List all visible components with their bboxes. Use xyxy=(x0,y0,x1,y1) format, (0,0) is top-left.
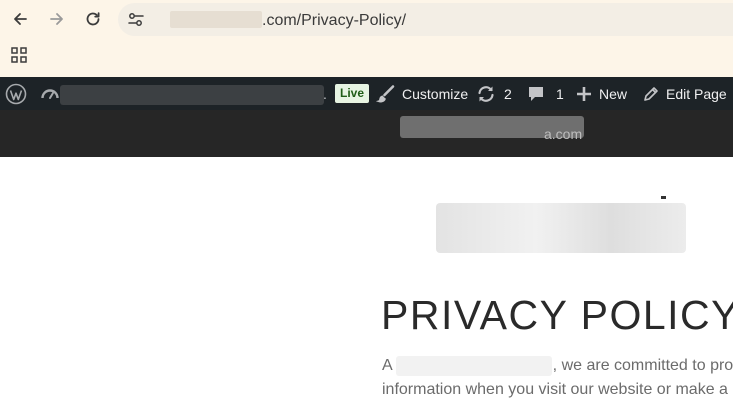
comments-count: 1 xyxy=(556,85,564,102)
site-info-button[interactable] xyxy=(126,10,146,30)
header-domain-text: a.com xyxy=(544,126,583,142)
body-text-line-1-start: A xyxy=(382,357,393,374)
new-label: New xyxy=(599,85,628,102)
pencil-icon xyxy=(642,85,660,103)
reload-button[interactable] xyxy=(80,6,106,32)
logo-mark xyxy=(661,196,666,199)
forward-button[interactable] xyxy=(44,6,70,32)
apps-grid-icon xyxy=(11,47,27,63)
comments-button[interactable]: 1 xyxy=(526,77,564,110)
page-title: PRIVACY POLICY xyxy=(381,292,733,338)
live-status-badge: Live xyxy=(335,84,370,103)
arrow-left-icon xyxy=(14,13,27,25)
customize-label: Customize xyxy=(402,85,469,102)
site-name-button[interactable] xyxy=(40,77,60,110)
body-text-line-1-end: , we are committed to pro xyxy=(552,357,733,374)
updates-icon xyxy=(476,84,496,104)
new-content-button[interactable]: New xyxy=(575,77,627,110)
site-name-dot: . xyxy=(323,85,327,102)
paintbrush-icon xyxy=(376,84,396,104)
reload-icon xyxy=(86,12,100,26)
browser-toolbar: .com/Privacy-Policy/ xyxy=(0,0,733,77)
customize-button[interactable]: Customize xyxy=(376,77,468,110)
wp-logo-button[interactable] xyxy=(5,77,27,110)
comment-icon xyxy=(526,84,546,104)
url-text: .com/Privacy-Policy/ xyxy=(262,12,407,29)
apps-button[interactable] xyxy=(10,46,28,64)
url-redacted-domain xyxy=(170,11,262,28)
wordpress-icon xyxy=(5,83,27,105)
plus-icon xyxy=(575,85,593,103)
arrow-right-icon xyxy=(50,13,63,25)
body-text-line-2: information when you visit our website o… xyxy=(382,381,733,398)
edit-page-label: Edit Page xyxy=(666,85,727,102)
site-logo-redacted[interactable] xyxy=(436,203,686,253)
body-text-redacted xyxy=(396,356,552,376)
back-button[interactable] xyxy=(7,6,33,32)
site-header: a.com xyxy=(0,110,733,157)
dashboard-icon xyxy=(40,84,60,104)
updates-count: 2 xyxy=(504,85,512,102)
site-name-redacted xyxy=(60,85,324,105)
updates-button[interactable]: 2 xyxy=(476,77,512,110)
edit-page-button[interactable]: Edit Page xyxy=(642,77,727,110)
address-bar[interactable]: .com/Privacy-Policy/ xyxy=(118,3,733,36)
tune-icon xyxy=(128,13,144,26)
